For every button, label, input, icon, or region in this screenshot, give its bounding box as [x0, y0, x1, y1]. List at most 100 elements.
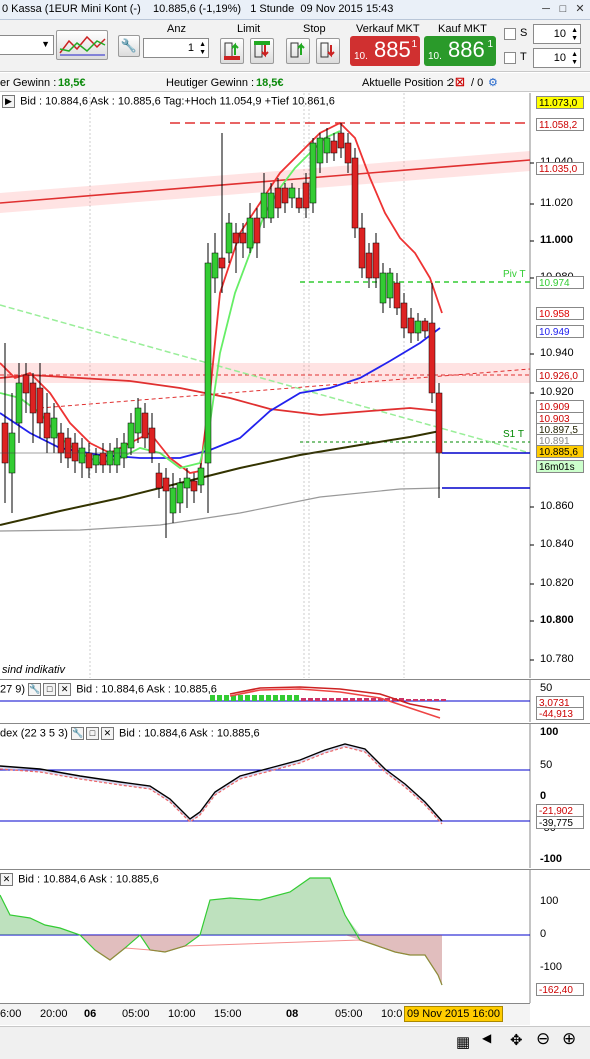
ind3-axis-0: 0 [540, 928, 547, 940]
t-stepper[interactable]: 10 ▲ ▼ [533, 48, 581, 68]
candle-body [274, 187, 282, 209]
spin-up-icon[interactable]: ▲ [199, 41, 206, 48]
wrench-icon[interactable]: 🔧 [118, 35, 140, 57]
spin-up-icon[interactable]: ▲ [571, 27, 578, 34]
candle-body [260, 192, 268, 219]
candle-body [218, 257, 226, 269]
spin-down-icon[interactable]: ▼ [571, 59, 578, 66]
candle-body [15, 382, 23, 424]
candle-body [57, 432, 65, 454]
pivot-label: Piv T [503, 269, 526, 280]
window-icon[interactable]: □ [43, 683, 57, 696]
sell-market-button[interactable]: 10. 885 1 [350, 36, 420, 66]
stop-sell-button[interactable] [316, 38, 340, 64]
candle-body [148, 427, 156, 454]
position-label: Aktuelle Position : [362, 77, 450, 89]
candle-body [337, 132, 345, 149]
close-icon[interactable]: ✕ [572, 2, 588, 16]
wrench-icon[interactable]: 🔧 [28, 683, 42, 696]
time-label: 05:00 [335, 1008, 363, 1020]
t-value: 10 [553, 52, 566, 64]
t-checkbox[interactable] [504, 52, 516, 64]
candle-body [309, 142, 317, 204]
candle-body [162, 477, 170, 492]
zoom-out-icon[interactable]: ⊖ [536, 1029, 550, 1049]
buy-market-button[interactable]: 10. 886 1 [424, 36, 496, 66]
quantity-stepper[interactable]: 1 ▲ ▼ [143, 38, 209, 58]
histogram-bar [350, 698, 355, 701]
candle-body [393, 282, 401, 309]
quantity-value: 1 [187, 42, 194, 54]
minimize-icon[interactable]: ─ [538, 2, 554, 16]
chart-type-select[interactable]: ▼ [0, 35, 54, 55]
candle-body [414, 320, 422, 334]
indicator-chart-button[interactable] [56, 30, 108, 60]
window-icon[interactable]: □ [85, 727, 99, 740]
time-label: 20:00 [40, 1008, 68, 1020]
histogram-bar [252, 695, 257, 701]
s-checkbox[interactable] [504, 28, 516, 40]
price-tag: 11.058,2 [536, 118, 584, 131]
profit-status-bar: er Gewinn : 18,5€ Heutiger Gewinn : 18,5… [0, 73, 590, 92]
candle-body [204, 262, 212, 464]
s-stepper[interactable]: 10 ▲ ▼ [533, 24, 581, 44]
main-price-chart[interactable]: ▶ Bid : 10.884,6 Ask : 10.885,6 Tag:+Hoc… [0, 93, 590, 678]
histogram-bar [224, 695, 229, 701]
candle-body [176, 482, 184, 504]
indicator-pane-1[interactable]: 27 9) 🔧 □ ✕ Bid : 10.884,6 Ask : 10.885,6 … [0, 679, 590, 722]
indicative-note: sind indikativ [2, 664, 65, 676]
limit-buy-button[interactable] [220, 38, 244, 64]
candle-body [421, 320, 429, 332]
gewinn-label: er Gewinn : [0, 77, 57, 89]
window-title: 0 Kassa (1EUR Mini Kont (-) 10.885,6 (-1… [2, 3, 393, 15]
candle-body [64, 437, 72, 459]
histogram-bar [322, 698, 327, 701]
gewinn-value: 18,5€ [58, 77, 86, 89]
gear-icon[interactable]: ⚙ [488, 76, 498, 89]
indicator-2-legend: dex (22 3 5 3) 🔧 □ ✕ Bid : 10.884,6 Ask : … [0, 727, 260, 742]
scroll-start-icon[interactable]: ◀ [482, 1031, 491, 1045]
candle-body [197, 467, 205, 486]
legend-toggle-icon[interactable]: ▶ [2, 95, 15, 108]
close-icon[interactable]: ✕ [58, 683, 72, 696]
histogram-bar [308, 698, 313, 701]
time-label: 05:00 [122, 1008, 150, 1020]
time-axis[interactable]: 6:00 20:00 06 05:00 10:00 15:00 08 05:00… [0, 1003, 530, 1025]
maximize-icon[interactable]: □ [555, 2, 571, 16]
histogram-bar [329, 698, 334, 701]
indicator-2-canvas[interactable] [0, 724, 590, 868]
spin-down-icon[interactable]: ▼ [571, 35, 578, 42]
close-icon[interactable]: ✕ [0, 873, 13, 886]
wrench-icon[interactable]: 🔧 [70, 727, 84, 740]
ind3-axis-m100: -100 [540, 961, 563, 973]
indicator-pane-3[interactable]: ✕ Bid : 10.884,6 Ask : 10.885,6 100 0 -1… [0, 869, 590, 1003]
heute-gewinn-value: 18,5€ [256, 77, 284, 89]
histogram-bar [357, 698, 362, 701]
trading-chart-window: 0 Kassa (1EUR Mini Kont (-) 10.885,6 (-1… [0, 0, 590, 1059]
candle-body [295, 197, 303, 209]
spin-down-icon[interactable]: ▼ [199, 49, 206, 56]
candle-body [435, 392, 443, 454]
indicator-pane-2[interactable]: dex (22 3 5 3) 🔧 □ ✕ Bid : 10.884,6 Ask : … [0, 723, 590, 868]
zoom-fit-icon[interactable]: ✥ [510, 1031, 523, 1049]
chart-lines-icon [59, 35, 106, 56]
histogram-bar [238, 695, 243, 701]
spin-up-icon[interactable]: ▲ [571, 51, 578, 58]
zoom-in-icon[interactable]: ⊕ [562, 1029, 576, 1049]
instrument-name: 0 Kassa (1EUR Mini Kont (-) [2, 3, 141, 15]
price-chart-canvas[interactable] [0, 93, 590, 678]
chart-icon[interactable]: ▦ [456, 1033, 470, 1051]
s1-label: S1 T [503, 429, 524, 440]
close-icon[interactable]: ✕ [100, 727, 114, 740]
stop-buy-button[interactable] [286, 38, 310, 64]
indicator-3-canvas[interactable] [0, 870, 590, 1003]
limit-sell-button[interactable] [250, 38, 274, 64]
candle-body [365, 252, 373, 279]
close-position-icon[interactable]: ☒ [455, 76, 465, 89]
histogram-bar [420, 699, 425, 701]
price-tag: 10.926,0 [536, 369, 584, 382]
histogram-bar [343, 698, 348, 701]
price-tag: 10.949 [536, 325, 584, 338]
price-axis-label: 11.000 [540, 234, 574, 246]
candle-body [281, 187, 289, 204]
